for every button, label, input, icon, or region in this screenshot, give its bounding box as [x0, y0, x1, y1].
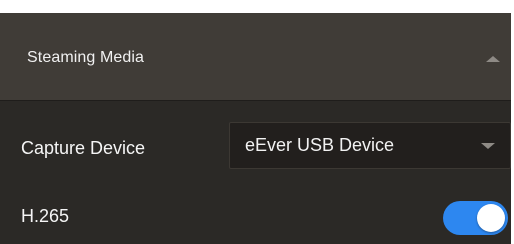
toggle-knob — [477, 204, 505, 232]
h265-toggle[interactable] — [443, 201, 508, 235]
h265-label: H.265 — [21, 206, 70, 226]
capture-device-select[interactable]: eEver USB Device — [229, 122, 511, 169]
chevron-down-icon — [481, 143, 495, 149]
capture-device-selected-value: eEver USB Device — [245, 135, 395, 155]
streaming-media-panel: Steaming Media Capture Device eEver USB … — [0, 13, 511, 244]
capture-device-label: Capture Device — [21, 138, 146, 158]
section-title: Steaming Media — [27, 49, 145, 66]
streaming-media-section-header[interactable]: Steaming Media — [0, 13, 511, 101]
chevron-up-icon[interactable] — [486, 56, 500, 62]
